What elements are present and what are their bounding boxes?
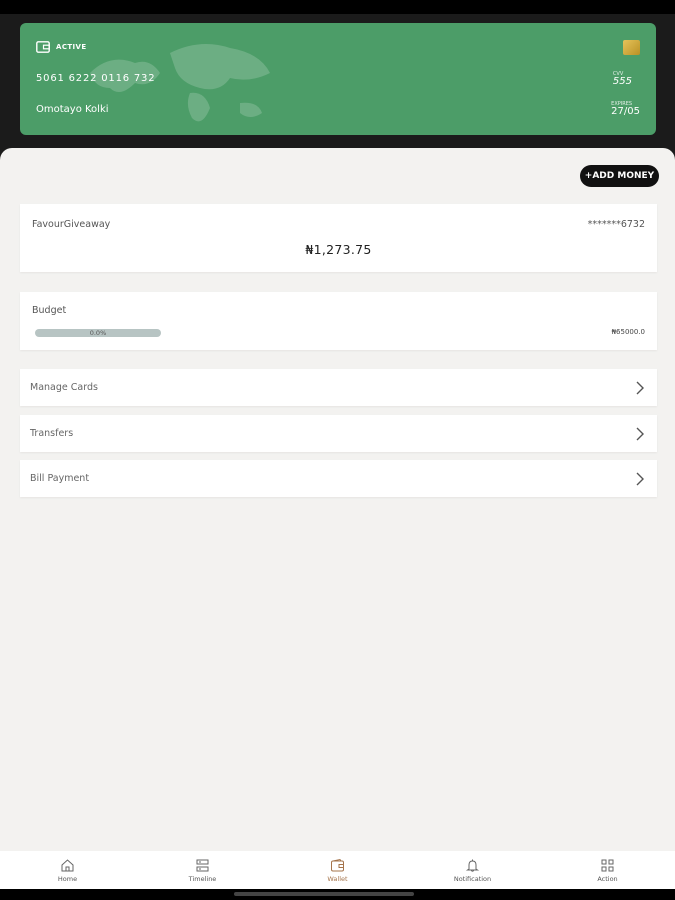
wallet-icon [331, 858, 344, 871]
add-money-button[interactable]: +ADD MONEY [580, 165, 659, 187]
nav-home[interactable]: Home [0, 851, 135, 889]
budget-limit: ₦65000.0 [611, 328, 645, 336]
expiry-value: 27/05 [611, 106, 640, 117]
nav-label: Notification [453, 874, 492, 883]
nav-action[interactable]: Action [540, 851, 675, 889]
nav-notification[interactable]: Notification [405, 851, 540, 889]
chevron-right-icon [636, 427, 644, 440]
card-expiry: EXPIRES 27/05 [611, 101, 640, 117]
nav-timeline[interactable]: Timeline [135, 851, 270, 889]
menu-manage-cards[interactable]: Manage Cards [20, 369, 657, 406]
card-number: 5061 6222 0116 732 [36, 73, 156, 84]
menu-bill-payment[interactable]: Bill Payment [20, 460, 657, 497]
timeline-icon [196, 859, 209, 871]
nav-label: Home [57, 874, 78, 883]
account-panel[interactable]: FavourGiveaway *******6732 ₦1,273.75 [20, 204, 657, 272]
menu-label: Bill Payment [30, 473, 90, 484]
menu-label: Manage Cards [30, 382, 98, 393]
cvv-value: 555 [612, 76, 632, 87]
menu-label: Transfers [30, 428, 74, 439]
bell-icon [465, 859, 480, 872]
budget-progress-bar: 0.0% [35, 329, 161, 337]
wallet-card[interactable]: ACTIVE 5061 6222 0116 732 Omotayo Kolki … [20, 23, 656, 135]
budget-percent: 0.0% [89, 329, 107, 337]
budget-panel[interactable]: Budget 0.0% ₦65000.0 [20, 292, 657, 350]
card-holder: Omotayo Kolki [36, 104, 109, 115]
card-cvv: CVV 555 [613, 71, 632, 87]
wallet-icon [36, 41, 50, 53]
budget-label: Budget [32, 305, 67, 316]
account-balance: ₦1,273.75 [305, 242, 372, 257]
home-indicator-pill [234, 892, 414, 896]
cvv-label: CVV [612, 71, 624, 77]
chevron-right-icon [636, 472, 644, 485]
menu-transfers[interactable]: Transfers [20, 415, 657, 452]
wallet-sheet: +ADD MONEY FavourGiveaway *******6732 ₦1… [0, 148, 675, 851]
bottom-nav: Home Timeline Wallet Notification Action [0, 851, 675, 889]
account-name: FavourGiveaway [32, 219, 111, 230]
account-number: *******6732 [587, 219, 645, 230]
nav-label: Action [597, 874, 618, 883]
status-bar [0, 0, 675, 14]
card-chip-icon [623, 40, 640, 55]
chevron-right-icon [636, 381, 644, 394]
nav-label: Timeline [188, 874, 217, 883]
card-status-text: ACTIVE [56, 43, 87, 51]
nav-label: Wallet [327, 874, 348, 883]
home-indicator [0, 889, 675, 900]
expiry-label: EXPIRES [611, 101, 633, 107]
nav-wallet[interactable]: Wallet [270, 851, 405, 889]
grid-icon [601, 859, 614, 871]
card-status: ACTIVE [36, 41, 87, 53]
home-icon [61, 858, 74, 871]
